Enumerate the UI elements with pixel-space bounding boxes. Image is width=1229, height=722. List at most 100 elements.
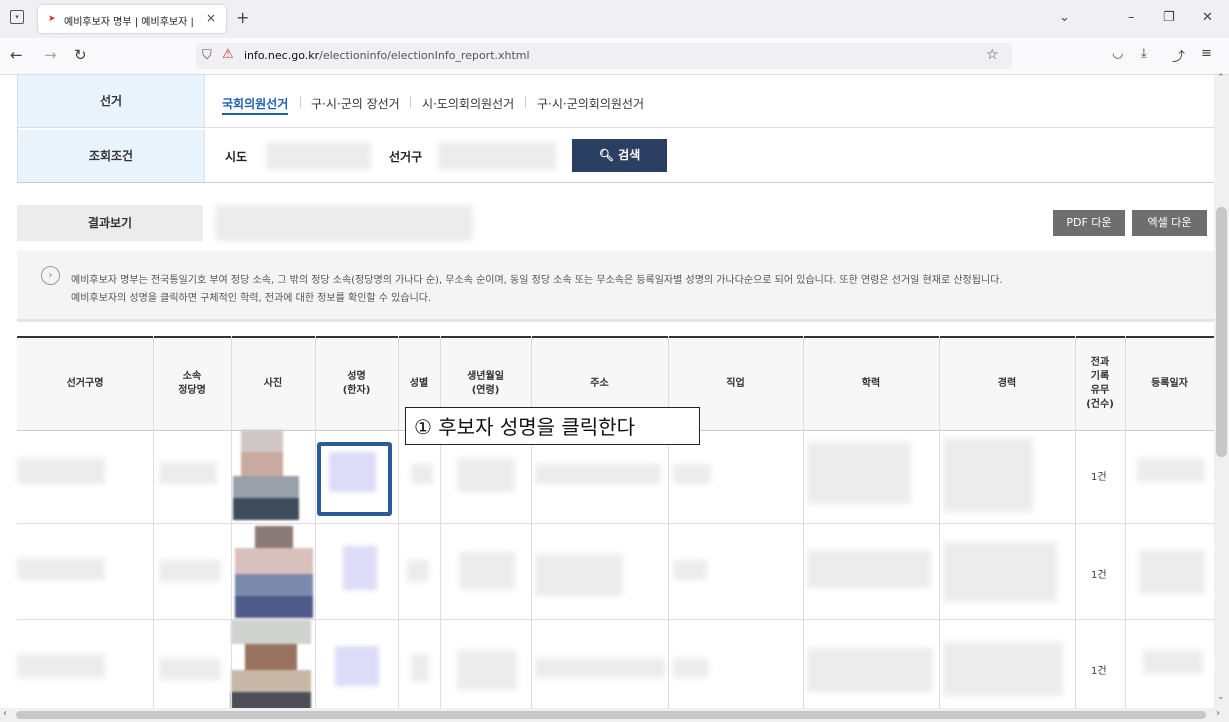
address-cell (535, 464, 661, 484)
header-photo: 사진 (231, 338, 316, 430)
restore-icon[interactable]: ❐ (1163, 10, 1175, 25)
tab-title: 예비후보자 명부 | 예비후보자 | (64, 17, 194, 28)
birthdate-cell (457, 458, 515, 492)
sido-select[interactable] (266, 142, 371, 170)
birthdate-cell (457, 650, 517, 690)
column-divider (1125, 336, 1126, 708)
scrollbar-thumb[interactable] (16, 711, 1206, 719)
extensions-icon[interactable]: ⤴ (1172, 46, 1185, 65)
registration-date-cell (1139, 550, 1205, 594)
election-label: 선거 (18, 75, 205, 127)
divider (410, 96, 411, 108)
candidate-photo (233, 430, 299, 520)
close-tab-icon[interactable]: × (206, 11, 216, 25)
results-summary (215, 205, 473, 241)
column-divider (939, 336, 940, 708)
header-registration-date: 등록일자 (1151, 378, 1188, 389)
tab-local-council[interactable]: 구·시·군의회의원선거 (537, 95, 644, 112)
registration-date-cell (1143, 650, 1203, 674)
excel-download-button[interactable]: 엑셀 다운 (1132, 210, 1207, 236)
party-cell (159, 658, 221, 680)
scrollbar-thumb[interactable] (1216, 207, 1227, 457)
back-icon[interactable]: ← (10, 46, 23, 64)
education-cell (807, 648, 933, 692)
new-tab-icon[interactable]: + (236, 8, 249, 27)
minimize-icon[interactable]: – (1128, 10, 1135, 25)
gender-cell (411, 654, 429, 682)
instruction-callout: ① 후보자 성명을 클릭한다 (405, 407, 700, 445)
pdf-download-button[interactable]: PDF 다운 (1053, 210, 1125, 236)
search-form: 선거 국회의원선거 구·시·군의 장선거 시·도의회의원선거 구·시·군의회의원… (17, 75, 1214, 183)
candidate-name-link[interactable] (335, 646, 379, 686)
candidate-name-link[interactable] (343, 546, 377, 590)
header-career: 경력 (939, 338, 1076, 430)
header-party: 소속 정당명 (153, 338, 232, 430)
scroll-right-icon[interactable]: › (1216, 708, 1220, 719)
tab-provincial-council[interactable]: 시·도의회의원선거 (422, 95, 514, 112)
bookmark-star-icon[interactable]: ☆ (986, 47, 999, 63)
education-cell (807, 550, 931, 588)
url-text: info.nec.go.kr/electioninfo/electionInfo… (244, 49, 530, 62)
notice-line-1: 예비후보자 명부는 전국통일기호 부여 정당 소속, 그 밖의 정당 소속(정당… (71, 275, 1003, 286)
chevron-down-icon[interactable]: ⌄ (1059, 10, 1070, 25)
shield-icon[interactable]: ⛉ (202, 48, 212, 63)
criteria-label: 조회조건 (18, 130, 205, 182)
horizontal-scrollbar[interactable]: ‹ › (0, 708, 1229, 722)
tab-list-icon[interactable]: ▾ (10, 10, 24, 24)
registration-date-cell (1137, 458, 1205, 482)
column-divider (231, 336, 232, 708)
header-district: 선거구명 (17, 338, 154, 430)
district-select[interactable] (438, 142, 556, 170)
menu-icon[interactable]: ≡ (1201, 46, 1212, 61)
search-button[interactable]: 🔍︎ 검색 (572, 139, 667, 172)
criminal-record-count: 1건 (1091, 666, 1107, 677)
scroll-left-icon[interactable]: ‹ (3, 708, 7, 719)
address-bar[interactable]: ⛉ ⚠ info.nec.go.kr/electioninfo/election… (196, 43, 1012, 69)
district-cell (17, 654, 105, 678)
party-cell (159, 560, 221, 582)
browser-nav-bar: ← → ↻ ⛉ ⚠ info.nec.go.kr/electioninfo/el… (0, 38, 1229, 75)
close-window-icon[interactable]: ✕ (1202, 10, 1213, 25)
header-criminal-record: 전과 기록 유무 (건수) (1075, 338, 1126, 430)
occupation-cell (673, 658, 709, 678)
search-icon: 🔍︎ (598, 148, 619, 162)
criminal-record-count: 1건 (1091, 570, 1107, 581)
district-cell (17, 558, 105, 580)
divider (300, 96, 301, 108)
tab-mayor[interactable]: 구·시·군의 장선거 (311, 95, 400, 112)
district-cell (17, 458, 105, 484)
column-divider (315, 336, 316, 708)
notice-box: › 예비후보자 명부는 전국통일기호 부여 정당 소속, 그 밖의 정당 소속(… (17, 251, 1214, 322)
column-divider (531, 336, 532, 708)
table-row: 1건 (17, 524, 1214, 620)
candidate-photo (231, 620, 311, 708)
pocket-icon[interactable]: ◡ (1112, 46, 1123, 61)
name-highlight-box (317, 442, 392, 516)
browser-tab-bar: ▾ ➤ 예비후보자 명부 | 예비후보자 | × + ⌄ – ❐ ✕ (0, 0, 1229, 38)
chevron-right-icon: › (41, 266, 60, 285)
column-divider (668, 336, 669, 708)
header-name: 성명 (한자) (315, 338, 399, 430)
address-cell (535, 554, 623, 596)
gender-cell (411, 464, 433, 484)
download-icon[interactable]: ⤓ (1141, 46, 1147, 61)
sido-label: 시도 (225, 150, 248, 164)
results-label: 결과보기 (17, 205, 203, 241)
reload-icon[interactable]: ↻ (74, 46, 87, 64)
address-cell (535, 658, 665, 678)
forward-icon[interactable]: → (44, 46, 57, 64)
gender-cell (407, 560, 429, 582)
occupation-cell (673, 464, 711, 484)
vertical-scrollbar[interactable]: ⌃ ⌄ (1214, 73, 1229, 708)
scroll-up-icon[interactable]: ⌃ (1217, 73, 1225, 83)
browser-tab[interactable]: ➤ 예비후보자 명부 | 예비후보자 | × (38, 5, 226, 33)
tab-national-assembly[interactable]: 국회의원선거 (222, 95, 289, 115)
column-divider (803, 336, 804, 708)
career-cell (943, 642, 1063, 696)
column-divider (398, 336, 399, 708)
education-cell (807, 442, 911, 504)
table-row: 1건 (17, 620, 1214, 708)
scroll-down-icon[interactable]: ⌄ (1217, 692, 1225, 702)
lock-warning-icon[interactable]: ⚠ (222, 47, 234, 62)
election-row: 선거 국회의원선거 구·시·군의 장선거 시·도의회의원선거 구·시·군의회의원… (18, 75, 1214, 128)
